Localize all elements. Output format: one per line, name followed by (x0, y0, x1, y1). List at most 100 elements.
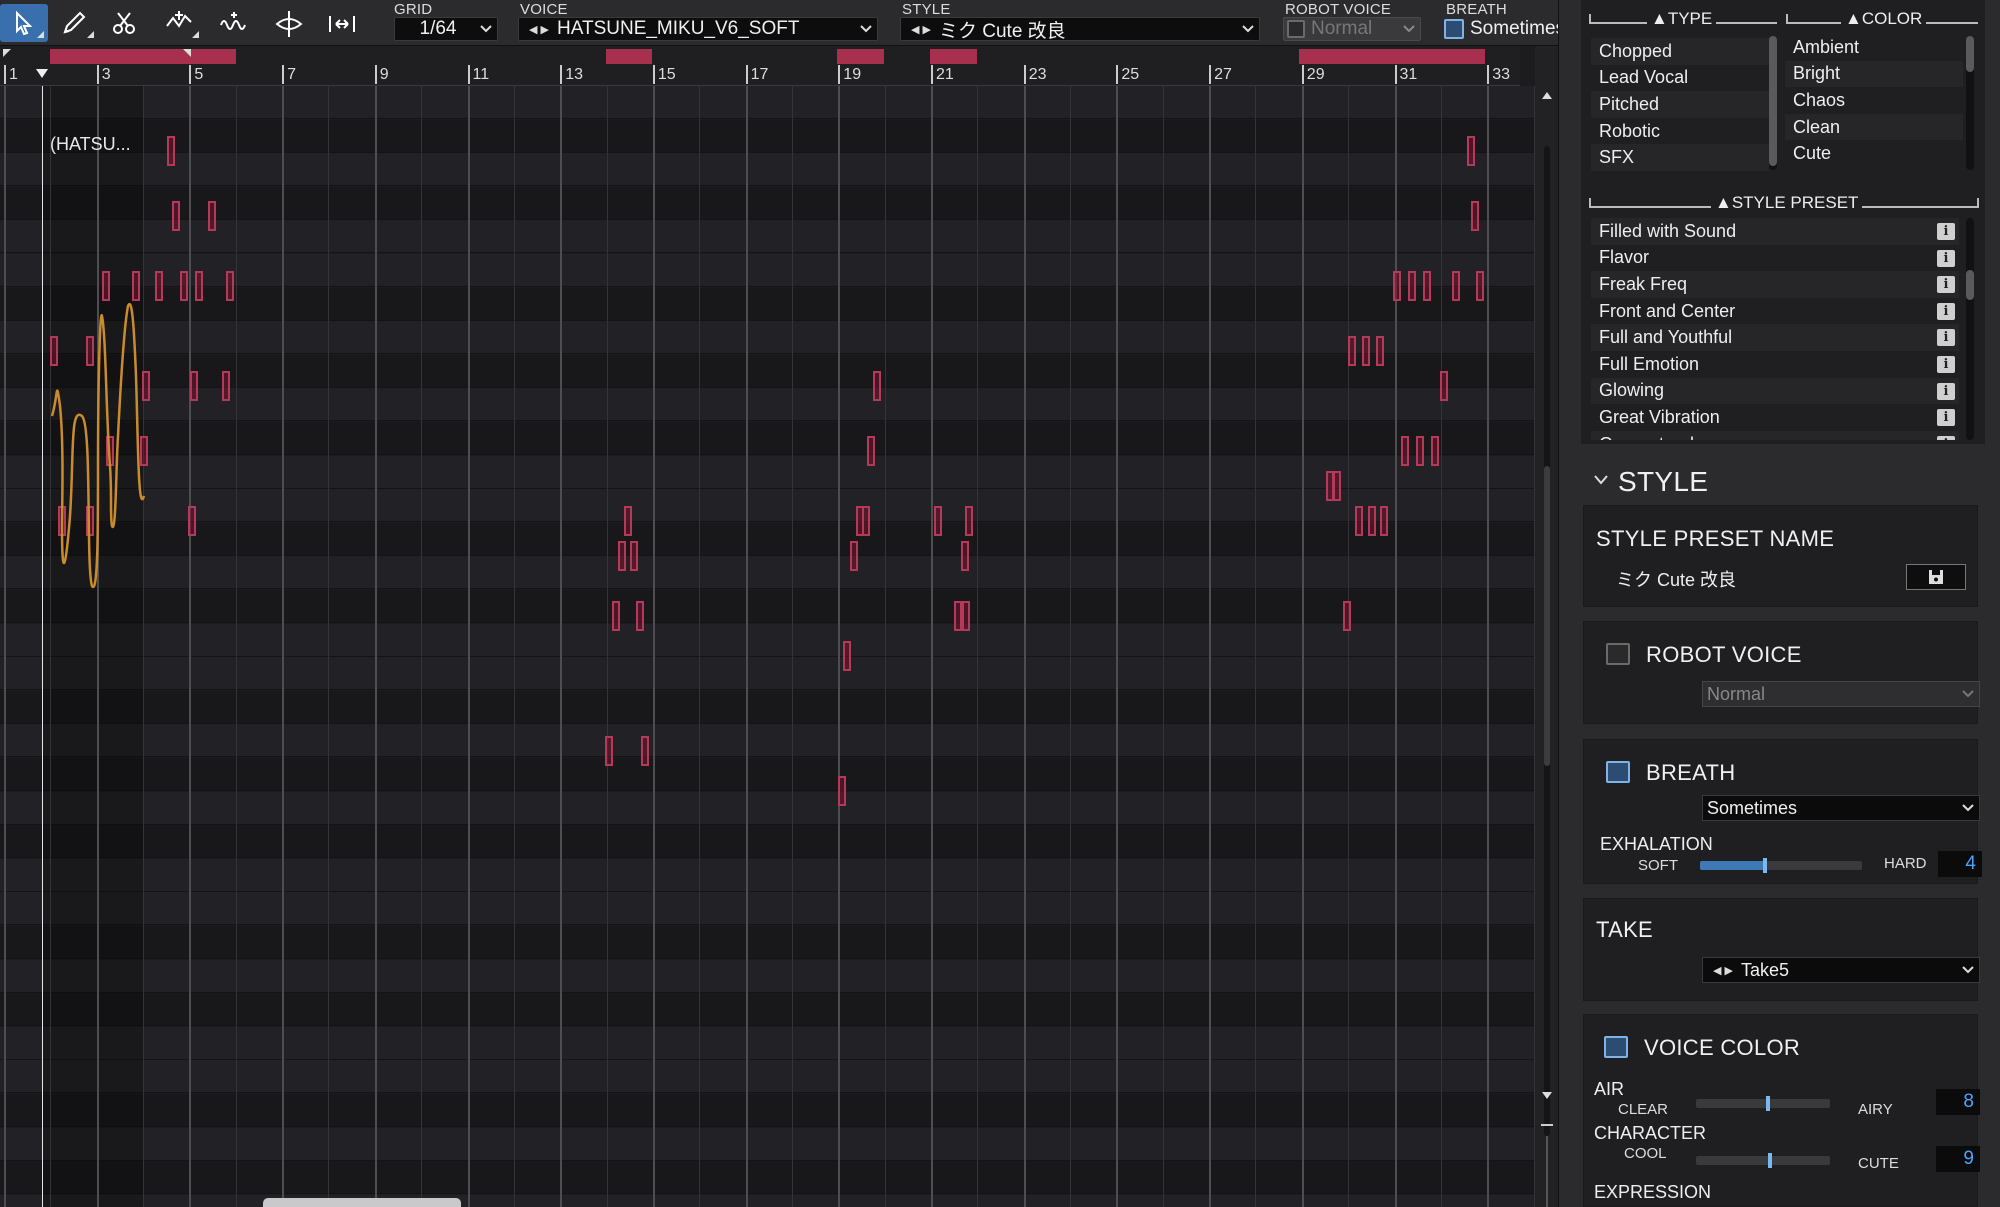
prev-next-arrows-icon[interactable]: ◀ ▶ (1703, 964, 1737, 977)
bar-number[interactable]: 3 (96, 65, 111, 84)
note-block[interactable] (605, 736, 613, 766)
bar-number[interactable]: 23 (1023, 65, 1046, 84)
pencil-tool-icon[interactable] (50, 4, 98, 42)
key-row[interactable] (0, 892, 1535, 926)
key-row[interactable] (0, 354, 1535, 388)
key-row[interactable] (0, 590, 1535, 623)
key-row[interactable] (0, 522, 1535, 556)
preset-scroll-thumb[interactable] (1966, 270, 1974, 300)
list-item[interactable]: Guaranteed i (1591, 430, 1959, 440)
list-item[interactable]: Flavor i (1591, 245, 1959, 272)
key-row[interactable] (0, 556, 1535, 590)
info-icon[interactable]: i (1937, 249, 1955, 267)
character-slider-thumb[interactable] (1768, 1153, 1772, 1168)
note-block[interactable] (1368, 506, 1376, 536)
key-row[interactable] (0, 825, 1535, 859)
character-slider[interactable] (1696, 1153, 1830, 1168)
list-item[interactable]: Full Emotion i (1591, 351, 1959, 378)
note-block[interactable] (188, 506, 196, 536)
robot-voice-checkbox[interactable] (1287, 20, 1305, 38)
region-marker[interactable] (606, 49, 652, 64)
bar-number[interactable]: 17 (745, 65, 768, 84)
bar-number[interactable]: 5 (189, 65, 203, 84)
info-icon[interactable]: i (1937, 355, 1955, 373)
list-item[interactable]: Filled with Sound i (1591, 218, 1959, 245)
note-block[interactable] (1471, 201, 1479, 231)
key-row[interactable] (0, 657, 1535, 691)
preset-scroll-track[interactable] (1966, 218, 1974, 440)
color-scroll-thumb[interactable] (1966, 36, 1974, 72)
note-block[interactable] (838, 776, 846, 806)
info-icon[interactable]: i (1937, 435, 1955, 440)
bar-number[interactable]: 27 (1209, 65, 1232, 84)
note-block[interactable] (965, 506, 973, 536)
scroll-up-icon[interactable] (1541, 90, 1553, 100)
note-block[interactable] (641, 736, 649, 766)
bar-number[interactable]: 33 (1487, 65, 1510, 84)
loop-end-icon[interactable] (182, 48, 194, 60)
list-item[interactable]: Pitched (1591, 91, 1769, 118)
bar-number[interactable]: 19 (838, 65, 861, 84)
note-block[interactable] (630, 541, 638, 571)
key-row[interactable] (0, 623, 1535, 657)
note-block[interactable] (167, 136, 175, 166)
key-row[interactable] (0, 422, 1535, 455)
note-block[interactable] (843, 641, 851, 671)
note-block[interactable] (1476, 271, 1484, 301)
air-slider[interactable] (1696, 1096, 1830, 1111)
note-block[interactable] (636, 601, 644, 631)
key-row[interactable] (0, 858, 1535, 892)
note-block[interactable] (624, 506, 632, 536)
bar-number[interactable]: 11 (467, 65, 489, 84)
list-item[interactable]: Great Vibration i (1591, 404, 1959, 431)
breath-select[interactable]: Sometimes (1444, 17, 1558, 41)
key-row[interactable] (0, 455, 1535, 489)
note-block[interactable] (1380, 506, 1388, 536)
note-block[interactable] (155, 271, 163, 301)
bar-number[interactable]: 29 (1301, 65, 1325, 84)
bar-number[interactable]: 15 (652, 65, 676, 84)
region-marker[interactable] (837, 49, 884, 64)
note-block[interactable] (862, 506, 870, 536)
list-item[interactable]: Cute (1785, 140, 1963, 167)
save-preset-button[interactable] (1906, 564, 1966, 590)
collapse-chevron-icon[interactable] (1593, 474, 1609, 486)
note-block[interactable] (195, 271, 203, 301)
exhalation-value[interactable]: 4 (1938, 851, 1982, 877)
voice-color-checkbox[interactable] (1604, 1036, 1628, 1058)
note-block[interactable] (962, 601, 970, 631)
note-block[interactable] (1452, 271, 1460, 301)
note-block[interactable] (1408, 271, 1416, 301)
info-icon[interactable]: i (1937, 329, 1955, 347)
list-item[interactable]: Lead Vocal (1591, 65, 1769, 92)
key-row[interactable] (0, 926, 1535, 959)
note-block[interactable] (954, 601, 962, 631)
list-item[interactable]: SFX (1591, 144, 1769, 171)
key-row[interactable] (0, 220, 1535, 254)
key-row[interactable] (0, 1026, 1535, 1060)
key-row[interactable] (0, 690, 1535, 724)
timing-tool-icon[interactable] (318, 4, 366, 42)
zoom-out-icon[interactable] (1541, 1124, 1553, 1126)
list-item[interactable]: Chaos (1785, 87, 1963, 114)
info-icon[interactable]: i (1937, 409, 1955, 427)
note-block[interactable] (1423, 271, 1431, 301)
character-value[interactable]: 9 (1936, 1146, 1980, 1172)
note-block[interactable] (850, 541, 858, 571)
note-block[interactable] (180, 271, 188, 301)
note-block[interactable] (190, 371, 198, 401)
note-block[interactable] (934, 506, 942, 536)
pitch-curve[interactable] (40, 266, 150, 606)
air-value[interactable]: 8 (1936, 1089, 1980, 1115)
key-row[interactable] (0, 1161, 1535, 1195)
key-row[interactable] (0, 993, 1535, 1027)
list-item[interactable]: Robotic (1591, 118, 1769, 145)
zoom-track[interactable] (1546, 1136, 1548, 1207)
note-block[interactable] (222, 371, 230, 401)
exhalation-slider-thumb[interactable] (1762, 858, 1767, 873)
note-block[interactable] (1333, 471, 1341, 501)
piano-roll-editor[interactable]: 1 3 5 7 9 11 13 15 17 19 21 23 25 27 29 31 33 (HATSU... … (0, 46, 1558, 1207)
note-grid[interactable]: (HATSU... (0, 86, 1535, 1207)
key-row[interactable] (0, 724, 1535, 758)
bar-number[interactable]: 21 (931, 65, 954, 84)
